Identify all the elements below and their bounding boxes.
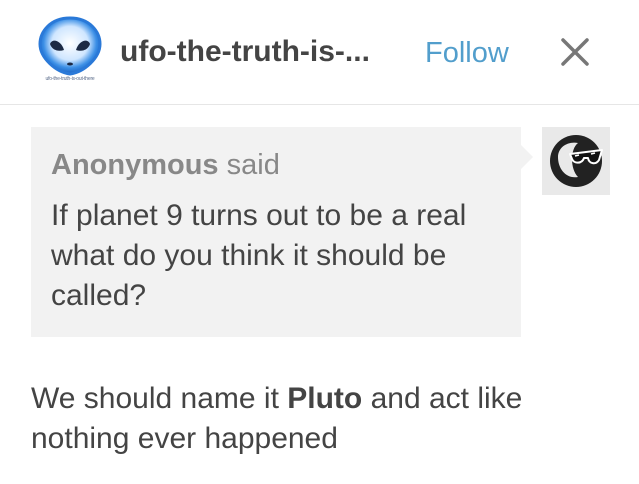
answer-text: We should name it Pluto and act like not… [31,379,611,459]
asker-name: Anonymous [51,149,219,181]
question-text: If planet 9 turns out to be a real what … [51,199,467,312]
asker-line: Anonymous said [51,149,501,182]
close-button[interactable] [558,35,592,69]
ask-bubble: Anonymous said If planet 9 turns out to … [31,127,533,337]
blog-name[interactable]: ufo-the-truth-is-... [120,35,370,69]
alien-head-icon [38,16,102,76]
asker-verb: said [226,149,280,181]
close-icon [561,38,589,66]
sunglasses-face-icon [550,135,603,187]
answer-text-before: We should name it [31,382,288,415]
follow-button[interactable]: Follow [425,37,509,70]
avatar-caption: ufo-the-truth-is-out-there [45,76,95,82]
answer-bold-word: Pluto [287,382,363,415]
blog-avatar[interactable]: ufo-the-truth-is-out-there [28,14,112,86]
post-header: ufo-the-truth-is-out-there ufo-the-truth… [0,0,639,105]
asker-avatar [542,127,610,195]
